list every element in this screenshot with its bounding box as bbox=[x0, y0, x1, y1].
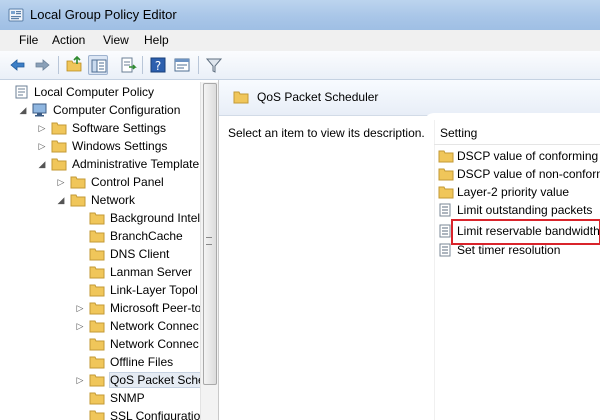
folder-icon bbox=[89, 410, 105, 420]
window-title: Local Group Policy Editor bbox=[30, 7, 177, 22]
tree-item-label: Windows Settings bbox=[72, 139, 168, 153]
menu-bar: File Action View Help bbox=[0, 30, 600, 52]
description-hint: Select an item to view its description. bbox=[228, 126, 425, 140]
collapse-triangle-icon[interactable]: ◢ bbox=[37, 159, 47, 169]
svg-text:?: ? bbox=[155, 59, 161, 73]
tree-scrollbar[interactable] bbox=[200, 82, 218, 420]
tree-item-label: Lanman Server bbox=[110, 265, 193, 279]
collapse-triangle-icon[interactable]: ◢ bbox=[56, 195, 66, 205]
tree-item-label: QoS Packet Sche bbox=[109, 372, 208, 388]
forward-arrow-icon[interactable] bbox=[32, 55, 52, 75]
tree-item-label: Administrative Template bbox=[72, 157, 200, 171]
tree-item-label: Control Panel bbox=[91, 175, 164, 189]
group-policy-app-icon bbox=[8, 8, 24, 22]
folder-icon bbox=[51, 140, 67, 153]
expand-triangle-icon[interactable]: ▷ bbox=[37, 141, 47, 151]
tree-item-label: Background Intel bbox=[110, 211, 201, 225]
setting-row-limit-outstanding-packets[interactable]: Limit outstanding packets bbox=[436, 201, 600, 219]
title-bar: Local Group Policy Editor bbox=[0, 0, 600, 31]
expand-triangle-icon[interactable]: ▷ bbox=[37, 123, 47, 133]
folder-icon bbox=[89, 302, 105, 315]
setting-label: DSCP value of conforming bbox=[457, 149, 599, 163]
export-list-icon[interactable] bbox=[118, 55, 138, 75]
show-hide-tree-icon[interactable] bbox=[88, 55, 108, 75]
toolbar-separator bbox=[198, 56, 199, 74]
tree-item-label: DNS Client bbox=[110, 247, 170, 261]
tree-item-label: Offline Files bbox=[110, 355, 174, 369]
folder-icon bbox=[89, 230, 105, 243]
folder-icon bbox=[89, 212, 105, 225]
column-separator bbox=[434, 120, 435, 420]
up-folder-icon[interactable] bbox=[64, 55, 84, 75]
tree-item-label: Local Computer Policy bbox=[34, 85, 155, 99]
scrollbar-grip bbox=[206, 237, 212, 245]
tree-item-label: Link-Layer Topol bbox=[110, 283, 198, 297]
tree-item-label: Microsoft Peer-to bbox=[110, 301, 202, 315]
computer-icon bbox=[32, 103, 47, 117]
tree-item-label: Network Connec bbox=[110, 337, 199, 351]
folder-icon bbox=[70, 176, 86, 189]
setting-row-layer2-priority[interactable]: Layer-2 priority value bbox=[436, 183, 600, 201]
toolbar: ? bbox=[0, 51, 600, 80]
setting-row-set-timer-resolution[interactable]: Set timer resolution bbox=[436, 241, 600, 259]
setting-label: Limit reservable bandwidth bbox=[457, 224, 600, 238]
folder-icon bbox=[438, 186, 454, 199]
menu-help[interactable]: Help bbox=[141, 33, 172, 47]
expand-triangle-icon[interactable]: ▷ bbox=[75, 303, 85, 313]
menu-action[interactable]: Action bbox=[49, 33, 88, 47]
tree-item-label: BranchCache bbox=[110, 229, 183, 243]
details-header: QoS Packet Scheduler bbox=[219, 80, 600, 116]
tree-item-label: SNMP bbox=[110, 391, 145, 405]
policy-setting-icon bbox=[439, 243, 451, 257]
setting-label: Layer-2 priority value bbox=[457, 185, 570, 199]
folder-icon bbox=[89, 356, 105, 369]
policy-setting-icon bbox=[439, 224, 451, 238]
folder-icon bbox=[438, 150, 454, 163]
menu-file[interactable]: File bbox=[16, 33, 41, 47]
folder-open-icon bbox=[70, 194, 86, 207]
expand-triangle-icon[interactable]: ▷ bbox=[75, 321, 85, 331]
scrollbar-thumb[interactable] bbox=[203, 83, 217, 385]
toolbar-separator bbox=[58, 56, 59, 74]
collapse-triangle-icon[interactable]: ◢ bbox=[18, 105, 28, 115]
setting-row-limit-reservable-bandwidth[interactable]: Limit reservable bandwidth bbox=[436, 222, 600, 240]
details-pane: QoS Packet Scheduler Select an item to v… bbox=[219, 80, 600, 420]
policy-setting-icon bbox=[439, 203, 451, 217]
tree-item-label: SSL Configuration bbox=[110, 409, 207, 420]
filter-icon[interactable] bbox=[204, 55, 224, 75]
folder-icon bbox=[89, 320, 105, 333]
setting-row-dscp-conforming[interactable]: DSCP value of conforming bbox=[436, 147, 600, 165]
help-icon[interactable]: ? bbox=[148, 55, 168, 75]
setting-row-dscp-non-conforming[interactable]: DSCP value of non-conform bbox=[436, 165, 600, 183]
folder-icon bbox=[89, 284, 105, 297]
folder-icon bbox=[51, 122, 67, 135]
menu-view[interactable]: View bbox=[100, 33, 132, 47]
tree-item-label: Software Settings bbox=[72, 121, 167, 135]
tree-item-label: Computer Configuration bbox=[53, 103, 181, 117]
column-header-setting[interactable]: Setting bbox=[434, 122, 600, 145]
tree-pane: Local Computer Policy ◢ Computer Configu… bbox=[0, 80, 219, 420]
toolbar-separator bbox=[142, 56, 143, 74]
folder-icon bbox=[89, 266, 105, 279]
back-arrow-icon[interactable] bbox=[8, 55, 28, 75]
folder-icon bbox=[89, 338, 105, 351]
setting-label: Set timer resolution bbox=[457, 243, 561, 257]
setting-label: Limit outstanding packets bbox=[457, 203, 593, 217]
folder-open-icon bbox=[51, 158, 67, 171]
tree-item-label: Network bbox=[91, 193, 136, 207]
policy-document-icon bbox=[15, 85, 28, 99]
properties-icon[interactable] bbox=[172, 55, 192, 75]
expand-triangle-icon[interactable]: ▷ bbox=[56, 177, 66, 187]
column-header-label: Setting bbox=[440, 126, 478, 140]
folder-icon bbox=[89, 374, 105, 387]
setting-label: DSCP value of non-conform bbox=[457, 167, 600, 181]
folder-icon bbox=[89, 248, 105, 261]
folder-icon bbox=[233, 91, 249, 104]
tree-item-label: Network Connec bbox=[110, 319, 199, 333]
details-header-title: QoS Packet Scheduler bbox=[257, 90, 379, 104]
folder-icon bbox=[89, 392, 105, 405]
expand-triangle-icon[interactable]: ▷ bbox=[75, 375, 85, 385]
folder-icon bbox=[438, 168, 454, 181]
